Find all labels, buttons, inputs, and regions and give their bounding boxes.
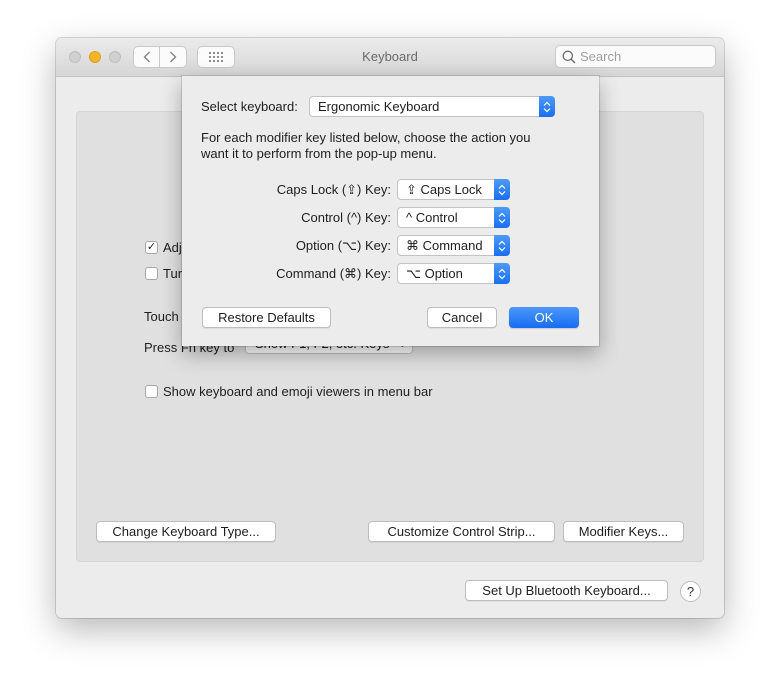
show-viewers-label: Show keyboard and emoji viewers in menu … (163, 384, 433, 399)
adjust-label: Adj (163, 240, 182, 255)
select-keyboard-label: Select keyboard: (201, 99, 298, 114)
command-action-popup[interactable]: ⌥ Option (397, 263, 510, 284)
modifier-keys-button[interactable]: Modifier Keys... (563, 521, 684, 542)
up-down-chevron-icon (494, 235, 510, 256)
control-key-label: Control (^) Key: (301, 210, 391, 225)
ok-button[interactable]: OK (509, 307, 579, 328)
modifier-keys-sheet: Select keyboard: Ergonomic Keyboard For … (182, 76, 599, 346)
option-action-popup[interactable]: ⌘ Command (397, 235, 510, 256)
turn-off-checkbox[interactable] (145, 267, 158, 280)
turn-off-label: Tur (163, 266, 183, 281)
search-input[interactable] (580, 49, 700, 64)
change-keyboard-type-button[interactable]: Change Keyboard Type... (96, 521, 276, 542)
up-down-chevron-icon (494, 179, 510, 200)
cancel-button[interactable]: Cancel (427, 307, 497, 328)
touch-bar-label: Touch (144, 309, 179, 324)
control-action-value: ^ Control (406, 210, 458, 225)
caps-lock-key-label: Caps Lock (⇪) Key: (276, 182, 391, 197)
set-up-bluetooth-keyboard-button[interactable]: Set Up Bluetooth Keyboard... (465, 580, 668, 601)
show-viewers-checkbox-row[interactable]: Show keyboard and emoji viewers in menu … (145, 384, 433, 399)
title-bar: Keyboard (56, 38, 724, 77)
instructions-line-2: want it to perform from the pop-up menu. (201, 146, 437, 161)
restore-defaults-button[interactable]: Restore Defaults (202, 307, 331, 328)
option-key-label: Option (⌥) Key: (295, 238, 391, 253)
adjust-checkbox[interactable]: ✓ (145, 241, 158, 254)
caps-lock-action-popup[interactable]: ⇪ Caps Lock (397, 179, 510, 200)
caps-lock-action-value: ⇪ Caps Lock (406, 182, 482, 197)
up-down-chevron-icon (494, 263, 510, 284)
up-down-chevron-icon (494, 207, 510, 228)
search-field[interactable] (555, 45, 716, 68)
turn-off-checkbox-row[interactable]: Tur (145, 266, 182, 281)
customize-control-strip-button[interactable]: Customize Control Strip... (368, 521, 555, 542)
select-keyboard-popup[interactable]: Ergonomic Keyboard (309, 96, 555, 117)
adjust-brightness-checkbox-row[interactable]: ✓ Adj (145, 240, 182, 255)
select-keyboard-value: Ergonomic Keyboard (318, 99, 440, 114)
option-action-value: ⌘ Command (406, 238, 483, 253)
control-action-popup[interactable]: ^ Control (397, 207, 510, 228)
command-key-label: Command (⌘) Key: (276, 266, 391, 281)
show-viewers-checkbox[interactable] (145, 385, 158, 398)
help-button[interactable]: ? (680, 581, 701, 602)
search-icon (562, 50, 576, 63)
instructions-line-1: For each modifier key listed below, choo… (201, 130, 531, 145)
command-action-value: ⌥ Option (406, 266, 463, 281)
up-down-chevron-icon (539, 96, 555, 117)
